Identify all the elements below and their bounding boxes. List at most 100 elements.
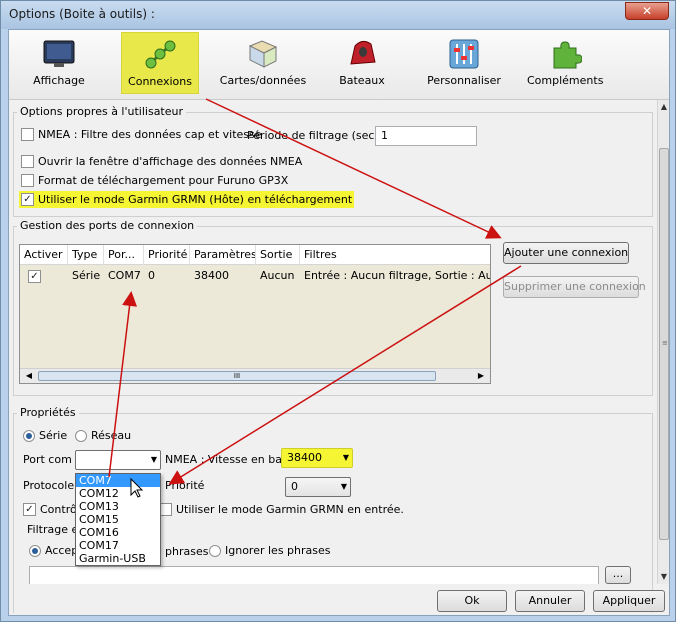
checkbox-label: Utiliser le mode Garmin GRMN (Hôte) en t… xyxy=(38,193,353,206)
baud-combo[interactable]: 38400 ▼ xyxy=(281,448,353,468)
tab-cartes-donnees[interactable]: Cartes/données xyxy=(219,32,307,94)
open-nmea-window-checkbox[interactable]: Ouvrir la fenêtre d'affichage des donnée… xyxy=(21,155,302,168)
close-icon: ✕ xyxy=(641,4,653,18)
checkbox-box[interactable] xyxy=(21,128,34,141)
connections-icon xyxy=(145,40,176,69)
col-port[interactable]: Por... xyxy=(104,245,144,265)
checkbox-box[interactable]: ✓ xyxy=(28,270,41,283)
port-com-combo[interactable]: ▼ xyxy=(75,450,161,470)
group-title: Gestion des ports de connexion xyxy=(17,219,198,232)
dropdown-option[interactable]: Garmin-USB xyxy=(76,552,160,565)
radio-dot[interactable] xyxy=(29,544,41,557)
tab-label: Compléments xyxy=(527,74,604,87)
chevron-down-icon[interactable]: ▼ xyxy=(343,449,349,467)
dropdown-option[interactable]: COM15 xyxy=(76,513,160,526)
checkbox-box[interactable] xyxy=(21,155,34,168)
combo-value: 38400 xyxy=(287,451,322,464)
radio-label: Réseau xyxy=(91,429,132,442)
radio-dot[interactable] xyxy=(75,429,87,442)
tab-label: Personnaliser xyxy=(427,74,501,87)
dropdown-option[interactable]: COM12 xyxy=(76,487,160,500)
priority-combo[interactable]: 0 ▼ xyxy=(285,477,351,497)
checkbox-box[interactable]: ✓ xyxy=(23,503,36,516)
more-button[interactable]: ... xyxy=(605,566,631,584)
cell-params: 38400 xyxy=(194,269,229,282)
network-radio[interactable]: Réseau xyxy=(75,429,131,442)
radio-label: Accep xyxy=(45,544,79,557)
radio-dot[interactable] xyxy=(23,429,35,442)
cell-priority: 0 xyxy=(148,269,155,282)
col-activer[interactable]: Activer xyxy=(20,245,68,265)
serial-radio[interactable]: Série xyxy=(23,429,67,442)
radio-dot[interactable] xyxy=(209,544,221,557)
remove-connection-button[interactable]: Supprimer une connexion xyxy=(503,276,646,298)
tab-label: Cartes/données xyxy=(219,74,307,87)
apply-button[interactable]: Appliquer xyxy=(593,590,665,612)
ok-button[interactable]: Ok xyxy=(437,590,507,612)
boat-icon xyxy=(350,40,376,65)
filter-period-input[interactable]: 1 xyxy=(375,126,477,146)
baud-label: NMEA : Vitesse en baud xyxy=(165,453,296,466)
close-button[interactable]: ✕ xyxy=(625,2,669,20)
nmea-filter-checkbox[interactable]: NMEA : Filtre des données cap et vitesse xyxy=(21,128,262,141)
tab-affichage[interactable]: Affichage xyxy=(17,32,101,94)
charts-icon xyxy=(248,40,278,68)
port-com-label: Port com xyxy=(23,453,72,466)
scroll-left-icon[interactable]: ◀ xyxy=(22,369,36,383)
checkbox-label: Contrôl xyxy=(40,503,80,516)
accept-radio[interactable]: Accep xyxy=(29,544,78,557)
checkbox-label: NMEA : Filtre des données cap et vitesse xyxy=(38,128,262,141)
ignore-radio[interactable]: Ignorer les phrases xyxy=(209,544,331,557)
scroll-thumb[interactable]: ≡ xyxy=(659,148,669,540)
garmin-mode-checkbox[interactable]: ✓ Utiliser le mode Garmin GRMN (Hôte) en … xyxy=(19,191,355,208)
chevron-down-icon[interactable]: ▼ xyxy=(341,478,347,496)
cancel-button[interactable]: Annuler xyxy=(515,590,585,612)
tab-label: Affichage xyxy=(33,74,85,87)
port-com-dropdown[interactable]: COM7 COM12 COM13 COM15 COM16 COM17 Garmi… xyxy=(75,473,161,566)
row-enable-checkbox[interactable]: ✓ xyxy=(24,267,64,285)
add-connection-button[interactable]: Ajouter une connexion xyxy=(503,242,629,264)
phrases-input[interactable] xyxy=(29,566,599,584)
checkbox-label: Format de téléchargement pour Furuno GP3… xyxy=(38,174,289,187)
vertical-scrollbar[interactable]: ▲ ≡ ▼ xyxy=(657,100,669,584)
control-checkbox[interactable]: ✓ Contrôl xyxy=(23,503,80,516)
grip-icon: ≡ xyxy=(662,339,668,347)
cell-port: COM7 xyxy=(108,269,141,282)
checkbox-box[interactable] xyxy=(21,174,34,187)
scroll-thumb[interactable]: III xyxy=(38,371,436,381)
tab-personnaliser[interactable]: Personnaliser xyxy=(423,32,505,94)
scroll-down-icon[interactable]: ▼ xyxy=(658,570,670,584)
tab-bateaux[interactable]: Bateaux xyxy=(329,32,395,94)
puzzle-icon xyxy=(553,41,582,69)
col-filtres[interactable]: Filtres xyxy=(300,245,490,265)
furuno-format-checkbox[interactable]: Format de téléchargement pour Furuno GP3… xyxy=(21,174,288,187)
sliders-icon xyxy=(449,39,479,69)
dropdown-option[interactable]: COM13 xyxy=(76,500,160,513)
scroll-up-icon[interactable]: ▲ xyxy=(658,100,670,114)
dropdown-option[interactable]: COM17 xyxy=(76,539,160,552)
col-type[interactable]: Type xyxy=(68,245,104,265)
checkbox-box[interactable]: ✓ xyxy=(21,193,34,206)
title-bar: Options (Boite à outils) : ✕ xyxy=(1,1,675,29)
dropdown-option[interactable]: COM7 xyxy=(76,474,160,487)
tab-connexions[interactable]: Connexions xyxy=(121,32,199,94)
protocol-label: Protocole xyxy=(23,479,75,492)
checkbox-label: Utiliser le mode Garmin GRMN en entrée. xyxy=(176,503,404,516)
scroll-right-icon[interactable]: ▶ xyxy=(474,369,488,383)
checkbox-label: Ouvrir la fenêtre d'affichage des donnée… xyxy=(38,155,303,168)
tab-complements[interactable]: Compléments xyxy=(527,32,603,94)
window-title: Options (Boite à outils) : xyxy=(9,7,155,21)
cell-filters: Entrée : Aucun filtrage, Sortie : Aucun xyxy=(304,269,490,282)
col-priorite[interactable]: Priorité xyxy=(144,245,190,265)
combo-value: 0 xyxy=(291,480,298,493)
col-sortie[interactable]: Sortie xyxy=(256,245,300,265)
chevron-down-icon[interactable]: ▼ xyxy=(151,451,157,469)
cell-type: Série xyxy=(72,269,101,282)
dropdown-option[interactable]: COM16 xyxy=(76,526,160,539)
horizontal-scrollbar[interactable]: ◀ III ▶ xyxy=(20,368,490,383)
connections-table[interactable]: Activer Type Por... Priorité Paramètres … xyxy=(19,244,491,384)
radio-label: Série xyxy=(39,429,68,442)
monitor-icon xyxy=(43,40,75,67)
col-parametres[interactable]: Paramètres xyxy=(190,245,256,265)
garmin-input-checkbox[interactable]: Utiliser le mode Garmin GRMN en entrée. xyxy=(159,503,404,516)
